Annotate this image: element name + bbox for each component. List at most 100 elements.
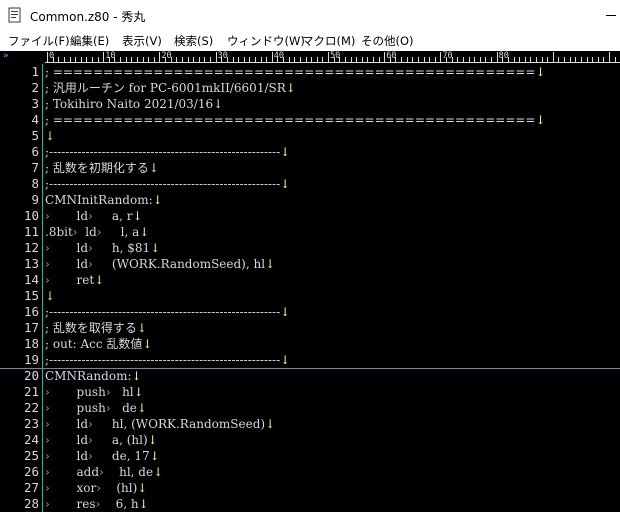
ruler-tick bbox=[299, 57, 301, 62]
code-line[interactable]: 9 CMNInitRandom:↓ bbox=[0, 192, 620, 208]
gutter-separator bbox=[42, 80, 43, 96]
code-text: ; ======================================… bbox=[45, 65, 546, 79]
ruler-tick bbox=[541, 57, 543, 62]
ruler-tick bbox=[378, 57, 380, 62]
code-text: › ld› de, 17↓ bbox=[45, 449, 160, 463]
ruler-tick bbox=[524, 57, 526, 62]
ruler-tick bbox=[75, 57, 77, 62]
code-line[interactable]: 20 CMNRandom:↓ bbox=[0, 368, 620, 384]
ruler-tick bbox=[530, 57, 532, 62]
gutter-separator bbox=[42, 464, 43, 480]
code-text: ;---------------------------------------… bbox=[45, 305, 291, 319]
ruler-tick bbox=[479, 57, 481, 62]
line-number: 26 bbox=[23, 464, 39, 479]
ruler-tick bbox=[210, 57, 211, 62]
ruler-tick bbox=[356, 57, 358, 62]
ruler-tick bbox=[367, 57, 369, 62]
menu-bar: ファイル(F) 編集(E) 表示(V) 検索(S) ウィンドウ(W) マクロ(M… bbox=[0, 31, 620, 51]
pane-splitter[interactable] bbox=[0, 368, 620, 369]
gutter-separator bbox=[42, 256, 43, 272]
window-title: Common.z80 - 秀丸 bbox=[30, 10, 146, 24]
line-number: 15 bbox=[23, 288, 39, 303]
line-number: 19 bbox=[23, 352, 39, 367]
code-text: ; 汎用ルーチン for PC-6001mkII/6601/SR↓ bbox=[45, 81, 296, 95]
code-line[interactable]: 15 ↓ bbox=[0, 288, 620, 304]
code-line[interactable]: 11 .8bit› ld› l, a↓ bbox=[0, 224, 620, 240]
ruler-tick bbox=[434, 57, 436, 62]
code-line[interactable]: 24 › ld› a, (hl)↓ bbox=[0, 432, 620, 448]
ruler-tick bbox=[535, 57, 537, 62]
code-line[interactable]: 4 ; =====================================… bbox=[0, 112, 620, 128]
gutter-separator bbox=[42, 208, 43, 224]
ruler-tick bbox=[63, 57, 65, 62]
menu-file[interactable]: ファイル(F) bbox=[8, 33, 70, 49]
line-number: 16 bbox=[23, 304, 39, 319]
gutter-separator bbox=[42, 240, 43, 256]
ruler-tick bbox=[159, 52, 161, 62]
menu-edit[interactable]: 編集(E) bbox=[70, 33, 109, 49]
ruler-tick bbox=[609, 52, 610, 62]
line-number: 10 bbox=[23, 208, 39, 223]
ruler-label: 10 bbox=[105, 51, 116, 61]
line-number: 28 bbox=[23, 496, 39, 511]
ruler-tick bbox=[97, 57, 99, 62]
line-number: 27 bbox=[23, 480, 39, 495]
menu-search[interactable]: 検索(S) bbox=[174, 33, 213, 49]
ruler-tick bbox=[423, 57, 425, 62]
code-line[interactable]: 17 ; 乱数を取得する↓ bbox=[0, 320, 620, 336]
code-text: ;---------------------------------------… bbox=[45, 353, 291, 367]
menu-view[interactable]: 表示(V) bbox=[122, 33, 162, 49]
code-line[interactable]: 28 › res› 6, h↓ bbox=[0, 496, 620, 512]
ruler-tick bbox=[401, 57, 403, 62]
ruler-tick bbox=[305, 57, 307, 62]
code-line[interactable]: 6 ;--------------------------------------… bbox=[0, 144, 620, 160]
minimize-button[interactable] bbox=[598, 0, 620, 31]
line-number: 14 bbox=[23, 272, 39, 287]
ruler-tick bbox=[80, 57, 82, 62]
ruler-tick bbox=[288, 57, 290, 62]
ruler-tick bbox=[238, 57, 240, 62]
line-number: 22 bbox=[23, 400, 39, 415]
ruler-label: 80 bbox=[498, 51, 509, 61]
ruler-tick bbox=[103, 52, 105, 62]
code-line[interactable]: 14 › ret↓ bbox=[0, 272, 620, 288]
line-number: 11 bbox=[23, 224, 39, 239]
ruler-tick bbox=[440, 52, 442, 62]
ruler-tick bbox=[260, 57, 262, 62]
code-line[interactable]: 12 › ld› h, $81↓ bbox=[0, 240, 620, 256]
code-line[interactable]: 22 › push› de↓ bbox=[0, 400, 620, 416]
code-line[interactable]: 25 › ld› de, 17↓ bbox=[0, 448, 620, 464]
code-line[interactable]: 2 ; 汎用ルーチン for PC-6001mkII/6601/SR↓ bbox=[0, 80, 620, 96]
code-line[interactable]: 23 › ld› hl, (WORK.RandomSeed)↓ bbox=[0, 416, 620, 432]
ruler-tick bbox=[457, 57, 459, 62]
gutter-separator bbox=[42, 496, 43, 512]
code-line[interactable]: 3 ; Tokihiro Naito 2021/03/16↓ bbox=[0, 96, 620, 112]
ruler-tick bbox=[266, 57, 268, 62]
code-line[interactable]: 13 › ld› (WORK.RandomSeed), hl↓ bbox=[0, 256, 620, 272]
editor-area[interactable]: » 0 10 20 30 40 50 60 70 80 1 ; =================… bbox=[0, 51, 620, 512]
code-line[interactable]: 19 ;-------------------------------------… bbox=[0, 352, 620, 368]
line-number: 17 bbox=[23, 320, 39, 335]
code-line[interactable]: 10 › ld› a, r↓ bbox=[0, 208, 620, 224]
line-number: 3 bbox=[31, 96, 39, 111]
menu-other[interactable]: その他(O) bbox=[361, 33, 414, 49]
ruler-tick bbox=[491, 57, 492, 62]
code-line[interactable]: 18 ; out: Acc 乱数値↓ bbox=[0, 336, 620, 352]
ruler-tick bbox=[564, 57, 565, 62]
code-line[interactable]: 26 › add› hl, de↓ bbox=[0, 464, 620, 480]
menu-macro[interactable]: マクロ(M) bbox=[302, 33, 355, 49]
line-number: 12 bbox=[23, 240, 39, 255]
code-line[interactable]: 27 › xor› (hl)↓ bbox=[0, 480, 620, 496]
code-text: › push› de↓ bbox=[45, 401, 147, 415]
line-number: 6 bbox=[31, 144, 39, 159]
code-text: ;---------------------------------------… bbox=[45, 177, 291, 191]
code-line[interactable]: 21 › push› hl↓ bbox=[0, 384, 620, 400]
menu-window[interactable]: ウィンドウ(W) bbox=[227, 33, 305, 49]
ruler-tick bbox=[215, 52, 217, 62]
code-line[interactable]: 5 ↓ bbox=[0, 128, 620, 144]
code-line[interactable]: 8 ;--------------------------------------… bbox=[0, 176, 620, 192]
code-lines[interactable]: 1 ; =====================================… bbox=[0, 64, 620, 512]
code-line[interactable]: 16 ;-------------------------------------… bbox=[0, 304, 620, 320]
code-line[interactable]: 7 ; 乱数を初期化する↓ bbox=[0, 160, 620, 176]
code-line[interactable]: 1 ; =====================================… bbox=[0, 64, 620, 80]
